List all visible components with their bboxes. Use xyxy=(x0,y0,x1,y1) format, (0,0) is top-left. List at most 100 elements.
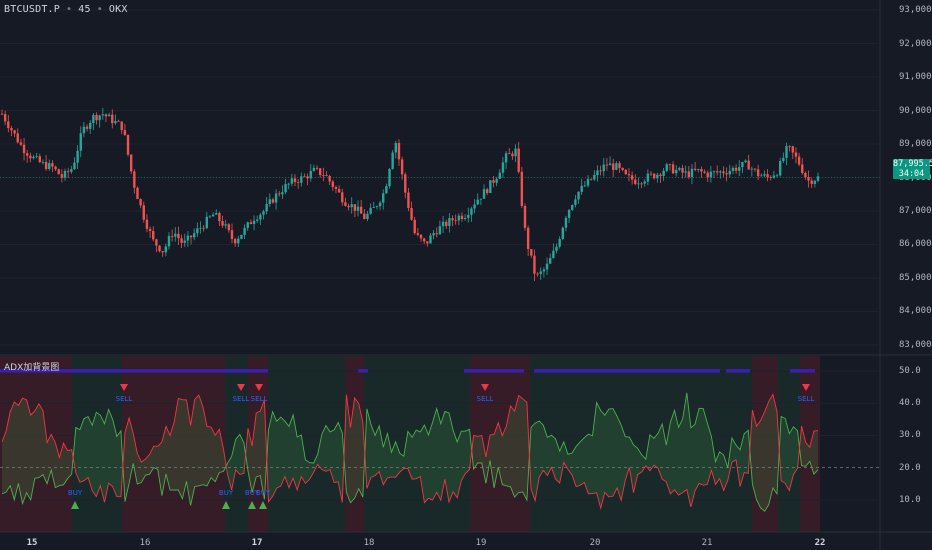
candle-body xyxy=(183,240,186,243)
candle-body xyxy=(394,143,398,153)
candle-body xyxy=(378,202,382,207)
candle-body xyxy=(10,128,13,131)
candle-body xyxy=(438,226,442,235)
candle-body xyxy=(536,273,539,275)
candle-body xyxy=(722,171,725,174)
candle-body xyxy=(482,189,486,199)
candle-body xyxy=(353,204,357,211)
candle-body xyxy=(73,162,76,170)
candle-body xyxy=(574,199,577,205)
candle-body xyxy=(760,175,763,177)
candle-body xyxy=(416,233,420,235)
candle-body xyxy=(463,217,467,220)
candle-body xyxy=(744,160,747,163)
candle-body xyxy=(32,156,35,159)
candle-body xyxy=(388,168,391,187)
candle-body xyxy=(460,215,464,220)
candle-body xyxy=(60,174,64,178)
sell-signal-label: SELL xyxy=(232,395,250,403)
candle-body xyxy=(775,175,779,177)
candle-body xyxy=(539,271,542,275)
time-axis[interactable]: 15 16 17 18 19 20 21 22 xyxy=(0,532,880,550)
interval-label[interactable]: 45 xyxy=(78,4,90,15)
candle-body xyxy=(728,170,731,175)
candle-body xyxy=(508,153,511,155)
candle-body xyxy=(549,257,552,264)
candle-body xyxy=(356,206,360,211)
symbol-name[interactable]: BTCUSDT.P xyxy=(4,4,60,15)
candle-body xyxy=(523,205,527,228)
candle-body xyxy=(208,216,212,218)
candle-body xyxy=(268,199,271,205)
candle-body xyxy=(646,173,650,182)
candle-body xyxy=(211,214,215,217)
candle-body xyxy=(400,159,404,175)
adx-strength-bar xyxy=(534,369,720,373)
candle-body xyxy=(82,126,86,134)
candle-body xyxy=(571,204,574,210)
candle-body xyxy=(240,234,243,239)
candle-body xyxy=(555,246,558,251)
candle-body xyxy=(278,193,281,195)
indicator-axis[interactable]: 50.0 40.0 30.0 20.0 10.0 xyxy=(899,355,932,532)
candle-body xyxy=(621,167,624,170)
candle-body xyxy=(189,235,193,238)
candle-body xyxy=(782,157,785,161)
candle-body xyxy=(92,114,95,123)
candle-body xyxy=(467,214,470,218)
time-tick-label: 22 xyxy=(814,538,826,548)
candle-body xyxy=(139,199,142,206)
candle-body xyxy=(152,230,155,240)
candle-body xyxy=(164,246,168,253)
candle-body xyxy=(687,171,691,178)
adx-strength-bar xyxy=(358,369,368,373)
candle-body xyxy=(287,183,290,185)
candle-body xyxy=(558,238,561,247)
candle-body xyxy=(382,193,385,203)
candle-body xyxy=(255,219,259,221)
candle-body xyxy=(533,255,536,274)
candle-body xyxy=(422,238,426,242)
indicator-title[interactable]: ADX加背景图 xyxy=(4,360,59,373)
chart-window[interactable]: BTCUSDT.P • 45 • OKX 93,000.0 92,000.0 91,000.… xyxy=(0,0,932,550)
candle-body xyxy=(76,150,79,163)
candle-body xyxy=(407,192,410,208)
candle-body xyxy=(174,233,177,237)
current-price: 87,995.5 xyxy=(893,159,932,169)
candle-body xyxy=(202,227,205,229)
candle-body xyxy=(561,227,565,239)
time-tick-label: 15 xyxy=(26,538,38,548)
candle-body xyxy=(813,180,817,184)
candle-body xyxy=(54,166,57,170)
chart-canvas[interactable] xyxy=(0,0,932,550)
candle-body xyxy=(274,193,278,203)
candle-body xyxy=(41,161,45,163)
candle-body xyxy=(599,170,602,172)
candle-body xyxy=(700,168,703,172)
candle-body xyxy=(22,144,26,154)
candle-body xyxy=(495,178,498,183)
candle-body xyxy=(564,217,568,228)
indicator-tick-label: 20.0 xyxy=(899,462,921,473)
separator: • xyxy=(96,4,103,15)
candle-body xyxy=(375,206,379,208)
candle-body xyxy=(293,178,297,182)
buy-signal-label: BUY xyxy=(218,489,234,497)
candle-body xyxy=(315,167,319,169)
candle-body xyxy=(13,130,16,134)
candle-body xyxy=(643,181,646,184)
candlesticks xyxy=(0,107,820,281)
candle-body xyxy=(296,181,300,183)
candle-body xyxy=(470,208,473,215)
candle-body xyxy=(341,192,344,203)
price-tick-label: 90,000.0 xyxy=(899,105,932,116)
candle-body xyxy=(350,204,353,208)
candle-body xyxy=(426,241,429,244)
candle-body xyxy=(797,156,801,165)
symbol-header[interactable]: BTCUSDT.P • 45 • OKX xyxy=(4,4,128,15)
candle-body xyxy=(618,163,621,168)
candle-body xyxy=(485,189,489,193)
separator: • xyxy=(66,4,73,15)
time-tick-label: 18 xyxy=(363,538,375,548)
candle-body xyxy=(637,183,640,185)
